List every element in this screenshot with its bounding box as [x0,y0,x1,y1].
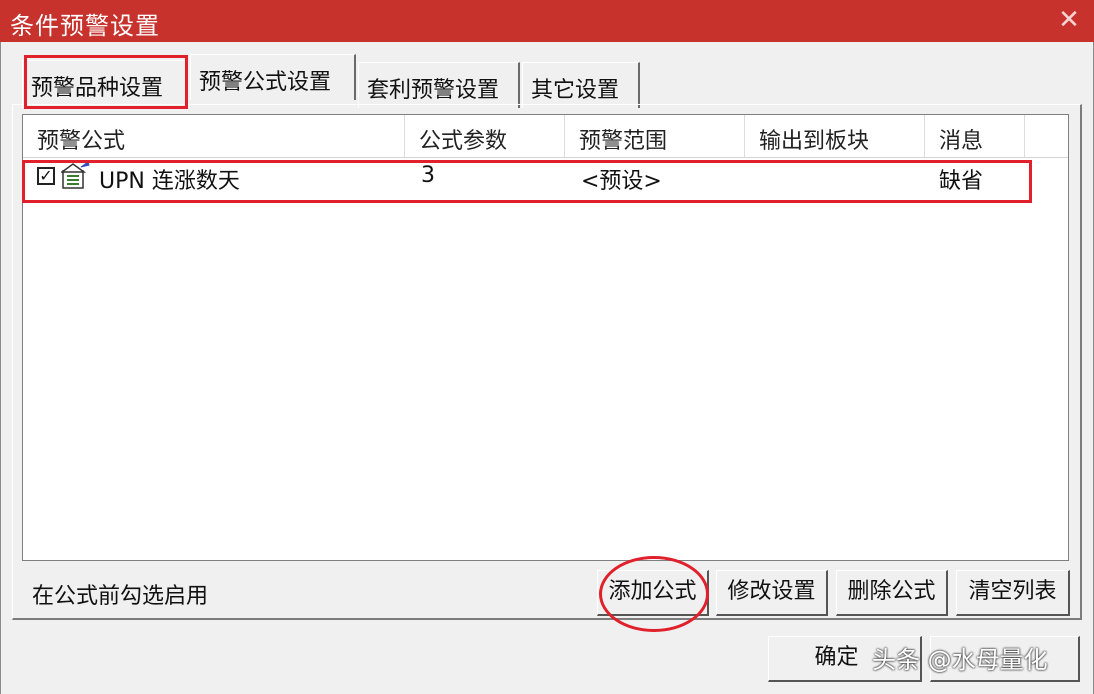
column-header-output[interactable]: 输出到板块 [745,115,925,157]
highlight-tab-box [24,55,188,109]
highlight-row-box [22,160,1032,203]
column-header-range[interactable]: 预警范围 [565,115,745,157]
tab-label: 套利预警设置 [367,78,500,103]
tab-label: 其它设置 [531,78,620,103]
highlight-add-button-ellipse [599,556,709,632]
list-header: 预警公式 公式参数 预警范围 输出到板块 消息 [23,115,1068,158]
modify-settings-button[interactable]: 修改设置 [716,570,828,616]
column-header-message[interactable]: 消息 [925,115,1025,157]
close-button[interactable]: ✕ [1052,4,1086,36]
watermark: 头条 @水母量化 [872,646,1048,674]
column-header-params[interactable]: 公式参数 [405,115,565,157]
tab-label: 预警公式设置 [199,70,332,95]
tab-formula-settings[interactable]: 预警公式设置 [190,54,356,100]
clear-list-button[interactable]: 清空列表 [956,570,1070,616]
window-title: 条件预警设置 [10,12,160,40]
title-bar: 条件预警设置 ✕ [0,0,1094,42]
tab-other-settings[interactable]: 其它设置 [522,62,640,108]
ok-button-label: 确定 [814,645,859,670]
column-header-formula[interactable]: 预警公式 [23,115,405,157]
delete-formula-button[interactable]: 删除公式 [836,570,948,616]
enable-hint: 在公式前勾选启用 [32,584,209,609]
tab-arbitrage-settings[interactable]: 套利预警设置 [358,62,520,108]
